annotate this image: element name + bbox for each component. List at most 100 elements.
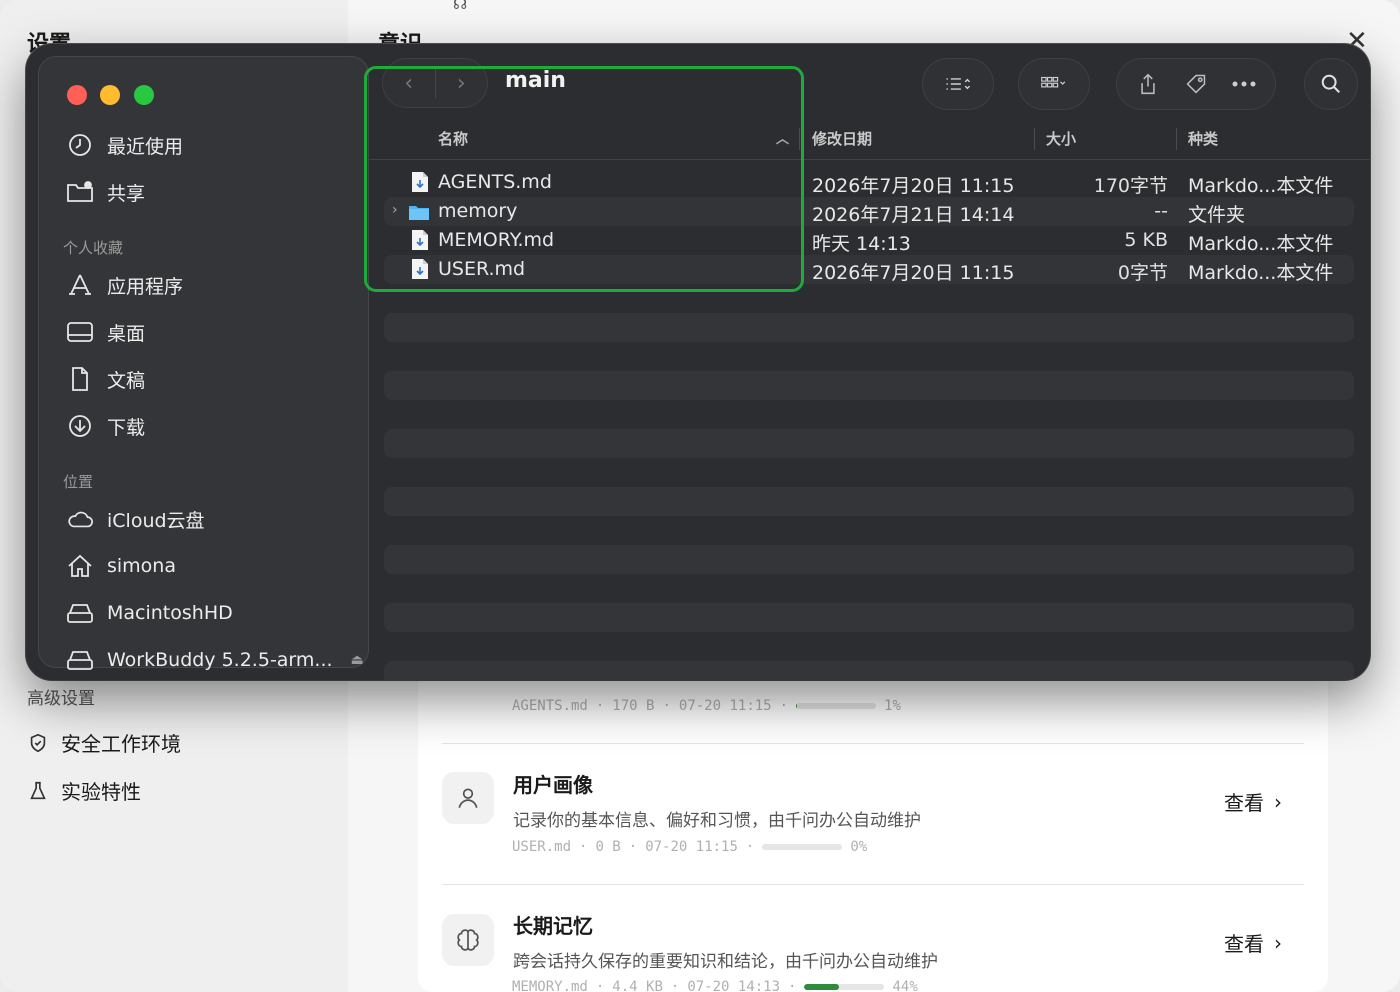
empty-row — [384, 545, 1354, 574]
file-size: -- — [1154, 200, 1168, 222]
finder-window: 最近使用 共享 个人收藏 应用程序 桌面 文稿 下载 位置 iCloud云盘 s… — [26, 44, 1370, 680]
usage-percent: 44% — [892, 979, 918, 992]
file-kind: Markdo...本文件 — [1188, 262, 1334, 284]
apps-icon — [65, 271, 95, 299]
file-size: 170字节 — [1093, 175, 1168, 197]
usage-bar-fill — [804, 984, 840, 990]
flask-icon — [30, 781, 46, 799]
column-header-modified[interactable]: 修改日期 — [812, 128, 872, 149]
view-button[interactable]: 查看 › — [1224, 928, 1282, 957]
brain-icon: ☊ — [453, 0, 468, 13]
group-button[interactable] — [1018, 58, 1090, 110]
document-icon — [65, 365, 95, 393]
sidebar-item-label: 最近使用 — [107, 135, 184, 158]
share-icon[interactable] — [1135, 73, 1161, 95]
view-label: 查看 — [1224, 932, 1264, 956]
sidebar-item-applications[interactable]: 应用程序 — [65, 271, 183, 299]
tag-icon[interactable] — [1183, 73, 1209, 95]
grid-view-icon — [1041, 76, 1066, 88]
sidebar-item-label: 桌面 — [107, 322, 146, 345]
sidebar-item-label: WorkBuddy 5.2.5-arm... — [107, 649, 333, 671]
empty-row — [384, 371, 1354, 400]
brain-icon — [442, 914, 494, 966]
shield-icon — [30, 733, 46, 752]
file-kind: Markdo...本文件 — [1188, 233, 1334, 255]
search-icon — [1321, 74, 1340, 93]
sidebar-item-recents[interactable]: 最近使用 — [65, 131, 183, 159]
sidebar-item-label: 安全工作环境 — [61, 732, 181, 756]
divider — [442, 743, 1304, 744]
file-date: 07-20 11:15 — [645, 839, 738, 855]
sidebar-item-experimental[interactable]: 实验特性 — [27, 776, 141, 805]
empty-row — [384, 603, 1354, 632]
usage-percent: 1% — [884, 698, 901, 714]
file-name: AGENTS.md — [512, 698, 588, 714]
sidebar-item-home[interactable]: simona — [65, 552, 176, 580]
file-modified: 2026年7月20日 11:15 — [812, 262, 1015, 284]
column-header-size[interactable]: 大小 — [1046, 128, 1076, 149]
memory-meta: USER.md · 0 B · 07-20 11:15 · 0% — [512, 839, 868, 855]
sidebar-item-label: 实验特性 — [61, 780, 141, 804]
finder-sidebar: 最近使用 共享 个人收藏 应用程序 桌面 文稿 下载 位置 iCloud云盘 s… — [38, 56, 369, 671]
advanced-settings-heading: 高级设置 — [27, 689, 95, 709]
usage-bar — [796, 703, 877, 709]
empty-row — [384, 313, 1354, 342]
desktop-icon — [65, 318, 95, 346]
sidebar-item-macintoshhd[interactable]: MacintoshHD — [65, 599, 233, 627]
minimize-window-button[interactable] — [100, 85, 120, 105]
more-icon[interactable] — [1231, 73, 1257, 95]
sidebar-item-label: 文稿 — [107, 369, 146, 392]
memory-description: 记录你的基本信息、偏好和习惯，由千问办公自动维护 — [513, 811, 921, 831]
home-icon — [65, 552, 95, 580]
divider — [442, 884, 1304, 885]
view-options-button[interactable] — [922, 58, 994, 110]
view-button[interactable]: 查看 › — [1224, 787, 1282, 816]
file-kind: 文件夹 — [1188, 204, 1246, 226]
sidebar-item-desktop[interactable]: 桌面 — [65, 318, 145, 346]
divider — [1034, 128, 1035, 150]
file-modified: 昨天 14:13 — [812, 233, 911, 255]
user-icon — [442, 772, 494, 824]
sidebar-item-label: 下载 — [107, 416, 146, 439]
chevron-right-icon: › — [1274, 789, 1282, 814]
empty-row — [384, 429, 1354, 458]
file-size: 0字节 — [1117, 262, 1168, 284]
column-header-kind[interactable]: 种类 — [1188, 128, 1218, 149]
list-view-icon — [946, 78, 971, 90]
sidebar-item-workbuddy[interactable]: WorkBuddy 5.2.5-arm... ⏏ — [65, 646, 364, 674]
sidebar-item-secure-workspace[interactable]: 安全工作环境 — [27, 728, 181, 757]
drive-icon — [65, 646, 95, 674]
sidebar-item-documents[interactable]: 文稿 — [65, 365, 145, 393]
file-modified: 2026年7月21日 14:14 — [812, 204, 1015, 226]
memory-title: 长期记忆 — [513, 914, 593, 938]
file-modified: 2026年7月20日 11:15 — [812, 175, 1015, 197]
sidebar-item-icloud[interactable]: iCloud云盘 — [65, 505, 205, 533]
cloud-icon — [65, 505, 95, 533]
drive-icon — [65, 599, 95, 627]
divider — [1176, 128, 1177, 150]
usage-bar-fill — [796, 703, 798, 709]
close-window-button[interactable] — [67, 85, 87, 105]
file-size: 170 B — [612, 698, 655, 714]
sidebar-item-shared[interactable]: 共享 — [65, 178, 145, 206]
file-date: 07-20 14:13 — [687, 979, 781, 992]
highlight-annotation — [364, 66, 804, 292]
sidebar-item-downloads[interactable]: 下载 — [65, 412, 145, 440]
view-label: 查看 — [1224, 791, 1264, 815]
sidebar-item-label: MacintoshHD — [107, 602, 233, 624]
sidebar-item-label: 共享 — [107, 182, 146, 205]
clock-icon — [65, 131, 95, 159]
empty-row — [384, 661, 1354, 680]
sidebar-item-label: iCloud云盘 — [107, 509, 205, 532]
usage-percent: 0% — [850, 839, 868, 855]
shared-folder-icon — [65, 178, 95, 206]
chevron-right-icon: › — [1274, 930, 1282, 955]
search-button[interactable] — [1304, 58, 1358, 110]
sidebar-item-label: simona — [107, 555, 176, 577]
file-kind: Markdo...本文件 — [1188, 175, 1334, 197]
eject-icon[interactable]: ⏏ — [351, 652, 364, 668]
zoom-window-button[interactable] — [134, 85, 154, 105]
usage-bar — [762, 844, 843, 850]
memory-title: 用户画像 — [513, 773, 593, 797]
action-buttons — [1116, 58, 1276, 110]
